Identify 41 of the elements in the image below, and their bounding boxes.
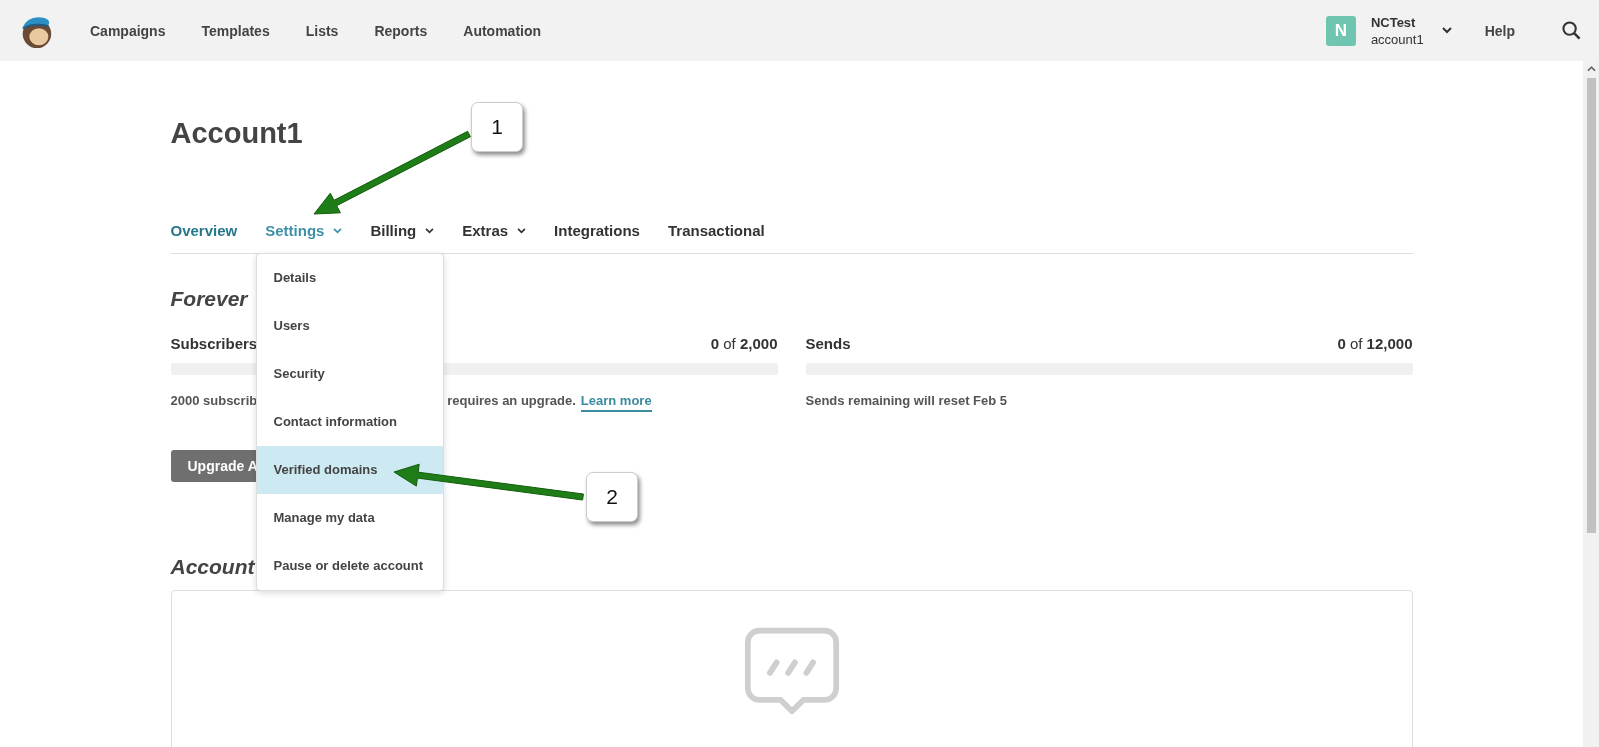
search-icon[interactable] <box>1562 21 1581 40</box>
nav-link[interactable]: Reports <box>374 22 428 39</box>
tab[interactable]: Billing <box>370 221 435 241</box>
meter-reading: 0 of 12,000 <box>1337 334 1413 354</box>
nav-link[interactable]: Lists <box>305 22 339 39</box>
meter-note: requires an upgrade. <box>447 392 576 410</box>
menu-item[interactable]: Details <box>256 254 443 302</box>
section-heading: Account <box>170 554 255 580</box>
learn-more-link[interactable]: Learn more <box>580 392 652 412</box>
menu-item[interactable]: Contact information <box>256 398 443 446</box>
scrollbar[interactable] <box>1583 61 1599 747</box>
menu-item[interactable]: Pause or delete account <box>256 542 443 590</box>
meter-reading: 0 of 2,000 <box>710 334 778 354</box>
nav-link[interactable]: Campaigns <box>90 22 166 39</box>
tab[interactable]: Overview <box>170 221 238 241</box>
chevron-down-icon[interactable] <box>1441 27 1452 34</box>
scroll-up-icon[interactable] <box>1586 66 1596 72</box>
account-label[interactable]: account1 <box>1370 30 1424 48</box>
chevron-down-icon[interactable] <box>517 228 527 234</box>
account-name[interactable]: NCTest <box>1370 13 1424 31</box>
tab[interactable]: Extras <box>462 221 527 241</box>
chevron-down-icon[interactable] <box>425 228 435 234</box>
meter-note: Sends remaining will reset Feb 5 <box>805 392 1008 410</box>
meter-note: 2000 subscrib <box>170 392 258 410</box>
callout-number: 2 <box>586 472 638 522</box>
menu-item[interactable]: Users <box>256 302 443 350</box>
tab[interactable]: Integrations <box>554 221 640 241</box>
menu-item[interactable]: Security <box>256 350 443 398</box>
meter-label: Subscribers <box>170 334 258 354</box>
help-link[interactable]: Help <box>1484 22 1515 39</box>
tab[interactable]: Settings <box>265 221 343 241</box>
nav-link[interactable]: Templates <box>201 22 270 39</box>
menu-item[interactable]: Verified domains <box>256 446 443 494</box>
nav-link[interactable]: Automation <box>463 22 542 39</box>
callout-number: 1 <box>471 102 523 152</box>
page-title: Account1 <box>170 116 303 151</box>
section-heading: Forever <box>170 286 248 312</box>
chat-bubble-icon <box>743 626 840 716</box>
menu-item[interactable]: Manage my data <box>256 494 443 542</box>
tab[interactable]: Transactional <box>667 221 765 241</box>
meter-label: Sends <box>805 334 851 354</box>
